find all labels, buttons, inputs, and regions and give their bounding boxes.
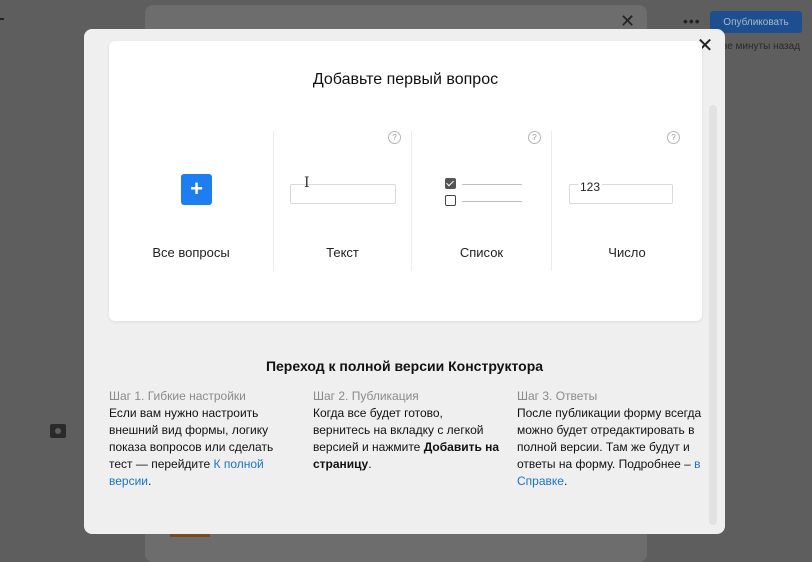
step-3: Шаг 3. Ответы После публикации форму все… xyxy=(517,388,705,490)
step-text: Если вам нужно настроить внешний вид фор… xyxy=(109,405,297,490)
step-heading: Шаг 3. Ответы xyxy=(517,389,598,403)
camera-icon xyxy=(50,424,66,438)
question-type-text[interactable]: ? I Текст xyxy=(274,131,411,271)
step-heading: Шаг 2. Публикация xyxy=(313,389,419,403)
more-menu-icon: ••• xyxy=(683,13,701,29)
step-2: Шаг 2. Публикация Когда все будет готово… xyxy=(313,388,501,473)
checkbox-checked-icon xyxy=(445,178,456,189)
question-type-number[interactable]: ? 123 Число xyxy=(552,131,702,271)
step-body: После публикации форму всегда можно буде… xyxy=(517,406,702,471)
number-sample: 123 xyxy=(578,180,603,194)
publish-button: Опубликовать xyxy=(710,11,802,33)
step-1: Шаг 1. Гибкие настройки Если вам нужно н… xyxy=(109,388,297,490)
help-icon[interactable]: ? xyxy=(528,131,541,144)
checkbox-empty-icon xyxy=(445,195,456,206)
saved-status: ве минуты назад xyxy=(722,41,801,52)
question-type-list[interactable]: ? Список xyxy=(412,131,551,271)
step-tail: . xyxy=(563,474,568,488)
add-question-card: Добавьте первый вопрос + Все вопросы ? I… xyxy=(109,41,702,321)
list-line xyxy=(462,201,522,202)
question-type-label: Все вопросы xyxy=(152,245,230,260)
text-cursor-icon: I xyxy=(304,175,310,191)
background-accent-bar xyxy=(170,534,210,537)
question-type-all[interactable]: + Все вопросы xyxy=(109,131,273,271)
background-close-icon: ✕ xyxy=(620,11,636,31)
help-icon[interactable]: ? xyxy=(667,131,680,144)
question-type-label: Число xyxy=(608,245,646,260)
step-heading: Шаг 1. Гибкие настройки xyxy=(109,389,246,403)
step-text: После публикации форму всегда можно буде… xyxy=(517,405,705,490)
step-text: Когда все будет готово, вернитесь на вкл… xyxy=(313,405,501,473)
card-title: Добавьте первый вопрос xyxy=(312,71,499,88)
full-version-title: Переход к полной версии Конструктора xyxy=(265,358,544,374)
question-type-label: Список xyxy=(459,245,504,260)
question-type-label: Текст xyxy=(326,245,359,260)
plus-icon[interactable]: + xyxy=(181,174,212,205)
list-line xyxy=(462,184,522,185)
bg-left-mark xyxy=(0,18,4,20)
step-tail: . xyxy=(368,457,372,471)
step-tail: . xyxy=(148,474,152,488)
help-icon[interactable]: ? xyxy=(388,131,401,144)
modal-scrollbar[interactable] xyxy=(709,105,717,525)
